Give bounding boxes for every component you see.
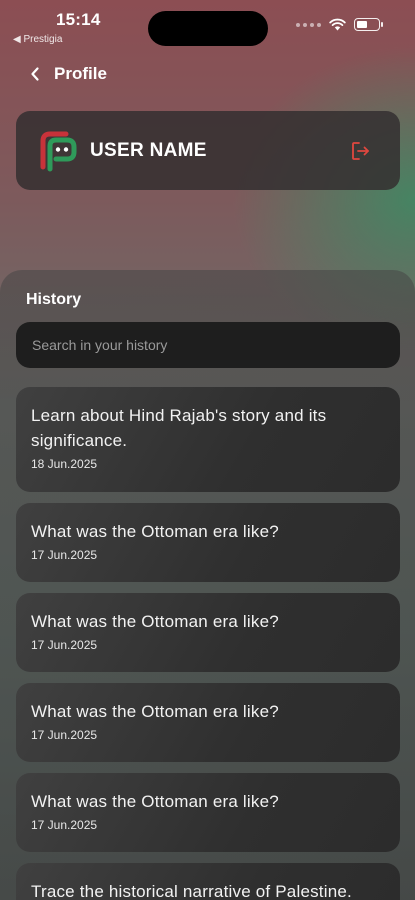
history-item-date: 17 Jun.2025 xyxy=(31,548,98,562)
history-item-question: Trace the historical narrative of Palest… xyxy=(31,882,352,900)
user-card: USER NAME xyxy=(16,111,400,190)
wifi-icon xyxy=(329,18,346,31)
battery-icon xyxy=(354,18,383,31)
history-item[interactable]: What was the Ottoman era like? 17 Jun.20… xyxy=(16,683,400,762)
history-item[interactable]: Learn about Hind Rajab's story and its s… xyxy=(16,387,400,492)
back-chevron-icon[interactable] xyxy=(30,66,40,82)
history-heading: History xyxy=(26,291,82,308)
history-item[interactable]: What was the Ottoman era like? 17 Jun.20… xyxy=(16,773,400,852)
history-item-question: Learn about Hind Rajab's story and its s… xyxy=(31,406,327,450)
history-item-date: 17 Jun.2025 xyxy=(31,728,98,742)
history-search-input[interactable] xyxy=(16,322,400,368)
page-title: Profile xyxy=(54,64,107,83)
history-item-date: 18 Jun.2025 xyxy=(31,457,98,471)
top-nav: Profile xyxy=(30,64,107,84)
cellular-signal-icon xyxy=(296,22,321,27)
history-item-question: What was the Ottoman era like? xyxy=(31,702,279,721)
app-logo-icon xyxy=(40,131,77,171)
back-to-app-link[interactable]: ◀ Prestigia xyxy=(13,34,62,45)
history-item-question: What was the Ottoman era like? xyxy=(31,612,279,631)
status-bar: 15:14 ◀ Prestigia xyxy=(0,0,415,50)
history-item[interactable]: What was the Ottoman era like? 17 Jun.20… xyxy=(16,593,400,672)
history-item-question: What was the Ottoman era like? xyxy=(31,792,279,811)
history-item-date: 17 Jun.2025 xyxy=(31,818,98,832)
user-name: USER NAME xyxy=(90,139,207,161)
logout-icon[interactable] xyxy=(350,140,372,162)
dynamic-island xyxy=(148,11,268,46)
history-item[interactable]: What was the Ottoman era like? 17 Jun.20… xyxy=(16,503,400,582)
status-time: 15:14 xyxy=(56,10,101,29)
history-panel: History Learn about Hind Rajab's story a… xyxy=(0,270,415,900)
history-item-question: What was the Ottoman era like? xyxy=(31,522,279,541)
history-item[interactable]: Trace the historical narrative of Palest… xyxy=(16,863,400,900)
history-item-date: 17 Jun.2025 xyxy=(31,638,98,652)
status-icons xyxy=(296,18,383,31)
